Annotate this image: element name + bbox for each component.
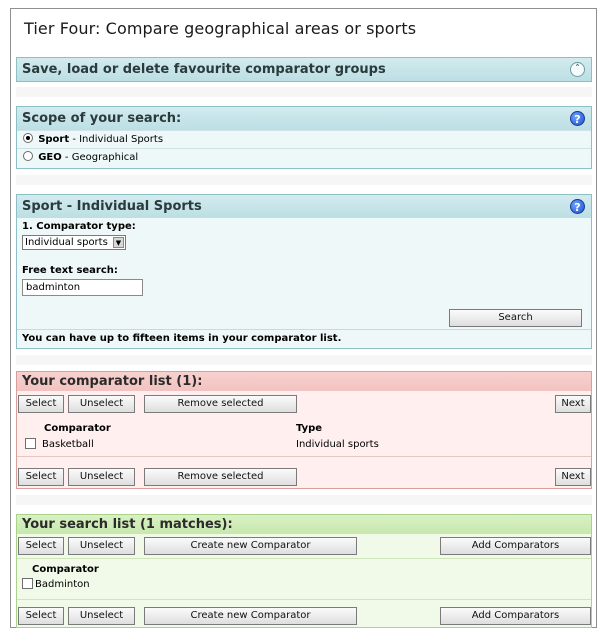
select-button[interactable]: Select [18, 537, 64, 555]
divider [17, 329, 591, 330]
scope-option-label: - Individual Sports [69, 134, 164, 145]
remove-selected-button[interactable]: Remove selected [144, 468, 297, 486]
comparator-type-label: 1. Comparator type: [22, 221, 136, 232]
row-checkbox[interactable] [22, 578, 33, 589]
row-comparator: Badminton [35, 579, 90, 590]
row-checkbox[interactable] [25, 438, 36, 449]
page-title: Tier Four: Compare geographical areas or… [24, 19, 417, 38]
column-header-comparator: Comparator [32, 564, 99, 575]
add-comparators-button[interactable]: Add Comparators [440, 537, 591, 555]
row-comparator: Basketball [42, 439, 94, 450]
unselect-button[interactable]: Unselect [68, 607, 135, 625]
divider [16, 495, 592, 505]
free-text-label: Free text search: [22, 265, 118, 276]
main-frame: Tier Four: Compare geographical areas or… [10, 8, 597, 628]
remove-selected-button[interactable]: Remove selected [144, 395, 297, 413]
next-button[interactable]: Next [555, 468, 591, 486]
help-icon[interactable]: ? [570, 111, 585, 126]
radio-sport[interactable] [23, 133, 33, 143]
favourites-header[interactable]: Save, load or delete favourite comparato… [17, 58, 591, 81]
comparator-list-heading: Your comparator list (1): [22, 374, 203, 389]
divider [17, 456, 591, 457]
unselect-button[interactable]: Unselect [68, 395, 135, 413]
sport-heading: Sport - Individual Sports [22, 199, 202, 214]
radio-geo[interactable] [23, 151, 33, 161]
free-text-input[interactable]: badminton [22, 279, 143, 296]
limit-note: You can have up to fifteen items in your… [22, 333, 342, 344]
collapse-icon[interactable]: ˄ [570, 62, 585, 77]
select-button[interactable]: Select [18, 607, 64, 625]
search-button[interactable]: Search [449, 309, 582, 327]
create-comparator-button[interactable]: Create new Comparator [144, 537, 357, 555]
favourites-heading: Save, load or delete favourite comparato… [22, 62, 386, 77]
search-list-header: Your search list (1 matches): [17, 515, 591, 534]
table-row[interactable]: Basketball [25, 438, 94, 450]
next-button[interactable]: Next [555, 395, 591, 413]
column-header-comparator: Comparator [44, 423, 111, 434]
search-list-panel: Your search list (1 matches): Select Uns… [16, 514, 592, 628]
row-type: Individual sports [296, 439, 379, 450]
select-button[interactable]: Select [18, 395, 64, 413]
column-header-type: Type [296, 423, 323, 434]
scope-option-bold: GEO [38, 152, 62, 163]
divider [17, 558, 591, 559]
chevron-down-icon[interactable]: ▼ [113, 237, 124, 248]
scope-option-geo[interactable]: GEO - Geographical [17, 148, 591, 166]
comparator-list-panel: Your comparator list (1): Select Unselec… [16, 371, 592, 489]
create-comparator-button[interactable]: Create new Comparator [144, 607, 357, 625]
add-comparators-button[interactable]: Add Comparators [440, 607, 591, 625]
sport-header: Sport - Individual Sports ? [17, 195, 591, 218]
scope-header: Scope of your search: ? [17, 107, 591, 130]
comparator-type-value: Individual sports [25, 237, 108, 248]
unselect-button[interactable]: Unselect [68, 468, 135, 486]
divider [16, 87, 592, 97]
divider [17, 599, 591, 600]
list-item[interactable]: Badminton [22, 578, 90, 590]
sport-panel: Sport - Individual Sports ? 1. Comparato… [16, 194, 592, 349]
divider [16, 355, 592, 365]
comparator-list-header: Your comparator list (1): [17, 372, 591, 391]
scope-panel: Scope of your search: ? Sport - Individu… [16, 106, 592, 169]
scope-heading: Scope of your search: [22, 111, 182, 126]
scope-option-bold: Sport [38, 134, 70, 145]
scope-option-label: - Geographical [61, 152, 139, 163]
scope-option-sport[interactable]: Sport - Individual Sports [17, 130, 591, 148]
divider [16, 175, 592, 185]
unselect-button[interactable]: Unselect [68, 537, 135, 555]
comparator-type-select[interactable]: Individual sports ▼ [22, 235, 126, 250]
search-list-heading: Your search list (1 matches): [22, 517, 233, 532]
help-icon[interactable]: ? [570, 199, 585, 214]
select-button[interactable]: Select [18, 468, 64, 486]
favourites-panel: Save, load or delete favourite comparato… [16, 57, 592, 82]
